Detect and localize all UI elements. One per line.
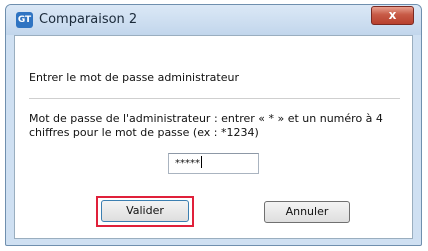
dialog-window: GT Comparaison 2 x Entrer le mot de pass… <box>5 4 422 246</box>
separator <box>29 98 400 99</box>
title-bar[interactable]: GT Comparaison 2 x <box>6 5 421 35</box>
password-value: ***** <box>175 158 200 169</box>
close-button[interactable]: x <box>371 6 414 25</box>
cancel-button[interactable]: Annuler <box>264 201 350 223</box>
app-icon: GT <box>16 12 33 28</box>
close-icon: x <box>388 8 397 22</box>
dialog-body: Entrer le mot de passe administrateur Mo… <box>14 35 413 239</box>
instruction-text: Mot de passe de l'administrateur : entre… <box>29 112 383 139</box>
window-title: Comparaison 2 <box>39 12 138 27</box>
validate-button[interactable]: Valider <box>101 200 189 222</box>
password-field[interactable]: ***** <box>168 153 259 174</box>
text-caret <box>201 156 202 168</box>
instruction-heading: Entrer le mot de passe administrateur <box>29 71 239 84</box>
